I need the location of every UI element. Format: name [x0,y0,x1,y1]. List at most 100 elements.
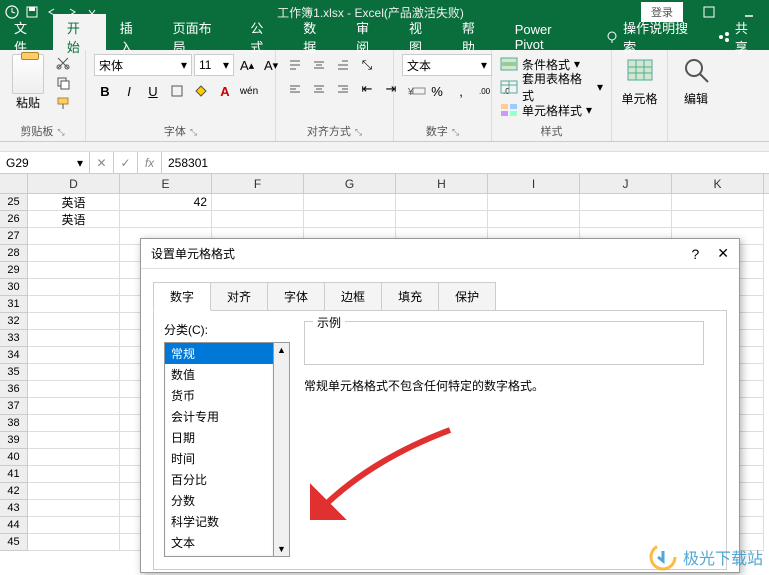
number-dialog-icon[interactable]: ⤡ [452,127,459,137]
dialog-tab[interactable]: 边框 [324,282,382,311]
category-item[interactable]: 科学记数 [165,511,273,532]
table-format-button[interactable]: 套用表格格式▾ [500,77,603,97]
increase-font-icon[interactable]: A▴ [236,54,258,76]
cell[interactable] [28,262,120,279]
clipboard-dialog-icon[interactable]: ⤡ [57,127,64,137]
row-header[interactable]: 44 [0,517,28,534]
category-item[interactable]: 特殊 [165,553,273,557]
cancel-formula-icon[interactable]: ✕ [90,152,114,173]
column-header[interactable]: K [672,174,764,193]
cell[interactable] [580,211,672,228]
category-item[interactable]: 日期 [165,427,273,448]
category-item[interactable]: 时间 [165,448,273,469]
cell[interactable] [672,211,764,228]
category-item[interactable]: 数值 [165,364,273,385]
fx-icon[interactable]: fx [138,152,162,173]
cell[interactable] [28,347,120,364]
category-item[interactable]: 货币 [165,385,273,406]
cell[interactable] [212,211,304,228]
cell[interactable] [28,449,120,466]
align-center-icon[interactable] [308,78,330,100]
row-header[interactable]: 40 [0,449,28,466]
font-color-button[interactable]: A [214,80,236,102]
category-item[interactable]: 分数 [165,490,273,511]
cell[interactable]: 42 [120,194,212,211]
font-dialog-icon[interactable]: ⤡ [190,127,197,137]
align-top-icon[interactable] [284,54,306,76]
row-header[interactable]: 43 [0,500,28,517]
column-header[interactable]: G [304,174,396,193]
cell[interactable] [28,364,120,381]
number-format-select[interactable]: 文本 ▾ [402,54,492,76]
row-header[interactable]: 45 [0,534,28,551]
cell[interactable]: 英语 [28,194,120,211]
cell[interactable] [28,483,120,500]
cell[interactable] [28,500,120,517]
align-right-icon[interactable] [332,78,354,100]
cells-button[interactable]: 单元格 [620,54,659,107]
percent-format-icon[interactable]: % [426,80,448,102]
bold-button[interactable]: B [94,80,116,102]
align-left-icon[interactable] [284,78,306,100]
dialog-tab[interactable]: 数字 [153,282,211,311]
row-header[interactable]: 39 [0,432,28,449]
row-header[interactable]: 37 [0,398,28,415]
decrease-indent-icon[interactable]: ⇤ [356,78,378,100]
cell[interactable] [28,228,120,245]
category-listbox[interactable]: 常规数值货币会计专用日期时间百分比分数科学记数文本特殊自定义 [164,342,274,557]
cell[interactable] [304,194,396,211]
italic-button[interactable]: I [118,80,140,102]
orientation-icon[interactable]: ⤡ [356,54,378,76]
scroll-up-icon[interactable]: ▲ [277,345,286,355]
editing-button[interactable]: 编辑 [676,54,716,107]
cell[interactable] [672,194,764,211]
row-header[interactable]: 25 [0,194,28,211]
cell-style-button[interactable]: 单元格样式▾ [500,100,592,120]
cell[interactable] [396,211,488,228]
row-header[interactable]: 29 [0,262,28,279]
cell[interactable] [28,398,120,415]
cell[interactable] [488,211,580,228]
copy-icon[interactable] [54,74,72,92]
row-header[interactable]: 31 [0,296,28,313]
column-header[interactable]: I [488,174,580,193]
cell[interactable] [28,432,120,449]
row-header[interactable]: 41 [0,466,28,483]
dialog-tab[interactable]: 对齐 [210,282,268,311]
cell[interactable] [120,211,212,228]
column-header[interactable]: F [212,174,304,193]
row-header[interactable]: 36 [0,381,28,398]
dialog-close-icon[interactable]: ✕ [717,245,729,262]
select-all-corner[interactable] [0,174,28,193]
font-name-select[interactable]: 宋体▾ [94,54,192,76]
row-header[interactable]: 26 [0,211,28,228]
cell[interactable] [28,245,120,262]
cell[interactable] [28,466,120,483]
cell[interactable] [28,415,120,432]
row-header[interactable]: 30 [0,279,28,296]
cell[interactable] [28,517,120,534]
row-header[interactable]: 28 [0,245,28,262]
dialog-tab[interactable]: 保护 [438,282,496,311]
alignment-dialog-icon[interactable]: ⤡ [355,127,362,137]
cell[interactable]: 英语 [28,211,120,228]
column-header[interactable]: D [28,174,120,193]
dialog-tab[interactable]: 字体 [267,282,325,311]
accounting-format-icon[interactable]: ¥ [402,80,424,102]
underline-button[interactable]: U [142,80,164,102]
comma-format-icon[interactable]: , [450,80,472,102]
row-header[interactable]: 42 [0,483,28,500]
cut-icon[interactable] [54,54,72,72]
align-middle-icon[interactable] [308,54,330,76]
category-item[interactable]: 文本 [165,532,273,553]
listbox-scrollbar[interactable]: ▲ ▼ [274,342,290,557]
column-header[interactable]: J [580,174,672,193]
dialog-tab[interactable]: 填充 [381,282,439,311]
row-header[interactable]: 32 [0,313,28,330]
row-header[interactable]: 27 [0,228,28,245]
category-item[interactable]: 会计专用 [165,406,273,427]
cell[interactable] [488,194,580,211]
dialog-help-icon[interactable]: ? [691,246,699,262]
cell[interactable] [28,381,120,398]
cell[interactable] [304,211,396,228]
